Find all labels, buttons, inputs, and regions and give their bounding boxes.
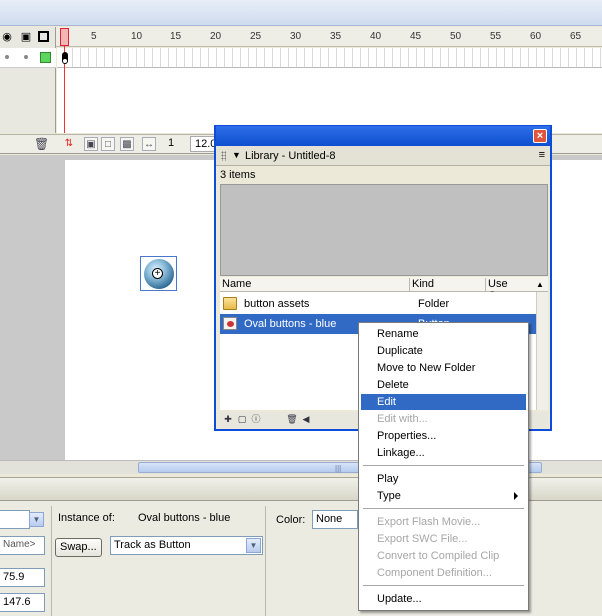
library-window-titlebar[interactable]: ×	[216, 126, 550, 146]
library-column-header: Name Kind Use Coun ▲	[220, 277, 548, 302]
new-folder-icon[interactable]: ▢	[236, 413, 248, 425]
menu-item-update[interactable]: Update...	[361, 591, 526, 607]
menu-item-edit[interactable]: Edit	[361, 394, 526, 410]
frame-number: 35	[330, 31, 342, 42]
instance-of-label: Instance of:	[58, 512, 115, 524]
frame-number: 60	[530, 31, 542, 42]
item-name: Oval buttons - blue	[244, 318, 337, 330]
menu-separator	[363, 508, 524, 509]
menu-separator	[363, 585, 524, 586]
width-field[interactable]: 75.9	[0, 568, 45, 587]
menu-item-properties[interactable]: Properties...	[361, 428, 526, 444]
instance-type-select[interactable]	[0, 510, 30, 529]
column-use-count[interactable]: Use Coun	[486, 278, 534, 302]
chevron-down-icon[interactable]: ▼	[29, 512, 44, 527]
menu-separator	[363, 465, 524, 466]
color-label: Color:	[276, 514, 306, 526]
frame-number: 25	[250, 31, 262, 42]
scrollbar-grip-icon: |||	[335, 464, 342, 473]
frame-number: 10	[131, 31, 143, 42]
track-behavior-select[interactable]: Track as Button	[110, 536, 263, 555]
delete-icon[interactable]: 🗑	[286, 413, 298, 425]
folder-icon	[223, 297, 237, 310]
button-symbol-icon	[223, 317, 237, 330]
list-item[interactable]: button assets Folder	[220, 294, 536, 314]
library-scrollbar[interactable]	[536, 292, 548, 410]
library-item-count: 3 items	[220, 169, 256, 181]
properties-icon[interactable]: ⓘ	[250, 413, 262, 425]
edit-multiple-frames-icon[interactable]: ▩	[120, 137, 134, 151]
registration-point-icon: +	[152, 268, 163, 279]
collapse-arrow-icon[interactable]: ▼	[232, 150, 241, 160]
top-toolbar-strip	[0, 0, 602, 26]
options-menu-icon[interactable]: ≡	[539, 149, 545, 161]
frame-number: 45	[410, 31, 422, 42]
chevron-down-icon[interactable]: ▼	[246, 538, 261, 553]
frame-number: 30	[290, 31, 302, 42]
scroll-left-icon[interactable]: ◀	[300, 413, 312, 425]
height-field[interactable]: 147.6	[0, 593, 45, 612]
visibility-dot-icon[interactable]	[5, 55, 9, 59]
menu-item-component-definition[interactable]: Component Definition...	[361, 565, 526, 581]
eye-icon[interactable]: ◉	[1, 31, 13, 43]
library-preview-pane	[220, 184, 548, 276]
frame-number: 50	[450, 31, 462, 42]
onion-skin-icon[interactable]: ▣	[84, 137, 98, 151]
menu-item-convert-to-compiled-clip[interactable]: Convert to Compiled Clip	[361, 548, 526, 564]
playhead[interactable]	[60, 28, 69, 46]
menu-item-type-label: Type	[377, 490, 401, 502]
menu-item-rename[interactable]: Rename	[361, 326, 526, 342]
menu-item-linkage[interactable]: Linkage...	[361, 445, 526, 461]
frame-number: 20	[210, 31, 222, 42]
library-title: Library - Untitled-8	[245, 150, 336, 162]
menu-item-move-to-new-folder[interactable]: Move to New Folder	[361, 360, 526, 376]
layer-color-swatch[interactable]	[40, 52, 51, 63]
frame-number: 40	[370, 31, 382, 42]
outline-icon[interactable]	[38, 31, 49, 42]
menu-item-edit-with[interactable]: Edit with...	[361, 411, 526, 427]
frame-number: 65	[570, 31, 582, 42]
item-name: button assets	[244, 298, 310, 310]
frame-rate-field[interactable]: 12.0	[190, 136, 216, 152]
modify-onion-markers-icon[interactable]: ↔	[142, 137, 156, 151]
grip-icon[interactable]	[221, 151, 226, 161]
item-kind: Folder	[418, 298, 450, 310]
column-kind[interactable]: Kind	[410, 278, 486, 292]
menu-item-export-swc-file[interactable]: Export SWC File...	[361, 531, 526, 547]
panel-divider	[51, 506, 52, 616]
submenu-arrow-icon	[514, 492, 518, 500]
sort-toggle-icon[interactable]: ▲	[536, 280, 544, 289]
instance-name-input[interactable]: Name>	[0, 536, 45, 555]
current-frame-field: 1	[168, 137, 175, 149]
menu-item-play[interactable]: Play	[361, 471, 526, 487]
onion-skin-outlines-icon[interactable]: □	[101, 137, 115, 151]
panel-divider	[265, 506, 266, 616]
timeline-frames[interactable]	[57, 48, 602, 68]
lock-dot-icon[interactable]	[24, 55, 28, 59]
menu-item-export-flash-movie[interactable]: Export Flash Movie...	[361, 514, 526, 530]
frame-number: 5	[91, 31, 97, 42]
frame-number: 15	[170, 31, 182, 42]
instance-of-value: Oval buttons - blue	[138, 512, 231, 524]
new-symbol-icon[interactable]: ✚	[222, 413, 234, 425]
keyframe-icon[interactable]	[62, 52, 68, 64]
swap-button[interactable]: Swap...	[55, 538, 102, 557]
menu-item-type[interactable]: Type	[361, 488, 526, 504]
close-icon[interactable]: ×	[533, 129, 547, 143]
library-panel-header[interactable]: ▼ Library - Untitled-8 ≡	[216, 146, 550, 166]
center-frame-icon[interactable]: ⇅	[62, 137, 76, 151]
color-effect-select[interactable]: None	[312, 510, 358, 529]
menu-item-delete[interactable]: Delete	[361, 377, 526, 393]
lock-icon[interactable]: ▣	[20, 31, 32, 43]
context-menu: Rename Duplicate Move to New Folder Dele…	[358, 322, 529, 611]
timeline-empty-area	[57, 68, 602, 133]
frame-number: 55	[490, 31, 502, 42]
column-name[interactable]: Name	[220, 278, 410, 292]
delete-layer-icon[interactable]: 🗑	[34, 137, 49, 151]
menu-item-duplicate[interactable]: Duplicate	[361, 343, 526, 359]
